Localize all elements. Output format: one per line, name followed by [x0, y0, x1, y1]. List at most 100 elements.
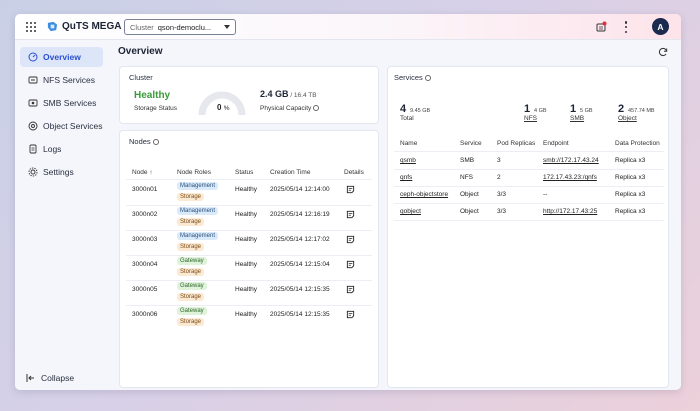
- services-card-title: Services: [394, 73, 431, 82]
- role-badge: Gateway: [177, 282, 207, 290]
- chevron-down-icon: [224, 25, 230, 29]
- notification-icon[interactable]: [595, 21, 607, 33]
- table-row: qobject Object 3/3 http://172.17.43:25 Repli…: [388, 204, 668, 221]
- nodes-card: Nodes Node ↑ Node Roles Status Creation Tim…: [119, 130, 379, 388]
- info-icon[interactable]: [152, 139, 159, 145]
- column-header: Status: [235, 169, 254, 176]
- column-header: Data Protection: [615, 140, 660, 147]
- app-window: QuTS MEGA Cluster qson-democlu... A Over…: [15, 14, 681, 390]
- sidebar-item-object-services[interactable]: Object Services: [20, 116, 103, 136]
- node-status: Healthy: [235, 236, 258, 243]
- service-name-link[interactable]: qobject: [400, 208, 421, 215]
- service-name-link[interactable]: qnfs: [400, 174, 412, 181]
- table-row: ceph-objectstore Object 3/3 -- Replica x3: [388, 187, 668, 204]
- gauge-value: 0 %: [217, 103, 230, 112]
- role-badge: Storage: [177, 318, 205, 326]
- role-badge: Storage: [177, 218, 205, 226]
- table-row: qsmb SMB 3 smb://172.17.43.24 Replica x3: [388, 153, 668, 170]
- more-options-icon[interactable]: [624, 21, 628, 33]
- role-badge: Storage: [177, 193, 205, 201]
- info-icon[interactable]: [313, 105, 320, 111]
- column-header: Creation Time: [270, 169, 311, 176]
- node-status: Healthy: [235, 311, 258, 318]
- service-type: Object: [460, 208, 479, 215]
- service-name-link[interactable]: qsmb: [400, 157, 416, 164]
- info-icon[interactable]: [424, 75, 431, 81]
- sidebar-item-label: Object Services: [43, 121, 103, 131]
- sidebar-item-label: SMB Services: [43, 98, 97, 108]
- data-protection: Replica x3: [615, 191, 646, 198]
- details-icon[interactable]: [346, 260, 355, 269]
- cluster-card: Cluster Healthy Storage Status 0 % 2.4 G…: [119, 66, 379, 124]
- service-size: 4 GB: [534, 108, 547, 114]
- sidebar-item-overview[interactable]: Overview: [20, 47, 103, 67]
- header-divider: [394, 151, 664, 152]
- nodes-card-title: Nodes: [129, 137, 159, 146]
- sidebar-item-smb-services[interactable]: SMB Services: [20, 93, 103, 113]
- data-protection: Replica x3: [615, 157, 646, 164]
- node-status: Healthy: [235, 186, 258, 193]
- column-header: Endpoint: [543, 140, 569, 147]
- service-total-label: Total: [400, 115, 414, 122]
- cluster-select-label: Cluster: [130, 22, 154, 32]
- details-icon[interactable]: [346, 235, 355, 244]
- details-icon[interactable]: [346, 285, 355, 294]
- pod-replicas: 3/3: [497, 191, 507, 198]
- sidebar-item-settings[interactable]: Settings: [20, 162, 103, 182]
- sidebar-item-logs[interactable]: Logs: [20, 139, 103, 159]
- header-divider: [126, 179, 372, 180]
- services-card: Services 4 9.45 GB Total 1 4 GB NFS 1 5 GB SMB 2 4…: [387, 66, 669, 388]
- creation-time: 2025/05/14 12:16:19: [270, 211, 330, 218]
- cluster-select[interactable]: Cluster qson-democlu...: [124, 19, 236, 35]
- details-icon[interactable]: [346, 185, 355, 194]
- creation-time: 2025/05/14 12:15:04: [270, 261, 330, 268]
- service-count: 1: [570, 103, 577, 115]
- nfs-icon: [28, 76, 38, 84]
- details-icon[interactable]: [346, 210, 355, 219]
- service-name-link[interactable]: ceph-objectstore: [400, 191, 448, 198]
- refresh-icon[interactable]: [658, 47, 668, 57]
- table-row: 3000n06 Gateway Storage Healthy 2025/05/14 1…: [120, 306, 378, 331]
- table-row: 3000n04 Gateway Storage Healthy 2025/05/14 1…: [120, 256, 378, 281]
- role-badge: Gateway: [177, 257, 207, 265]
- role-badge: Management: [177, 207, 219, 215]
- table-row: qnfs NFS 2 172.17.43.23:/qnfs Replica x3: [388, 170, 668, 187]
- overview-icon: [28, 52, 38, 62]
- details-icon[interactable]: [346, 310, 355, 319]
- top-bar: QuTS MEGA Cluster qson-democlu... A: [15, 14, 681, 40]
- row-divider: [394, 220, 664, 221]
- data-protection: Replica x3: [615, 208, 646, 215]
- column-header: Pod Replicas: [497, 140, 536, 147]
- service-filter-link[interactable]: Object: [618, 115, 637, 122]
- service-endpoint: --: [543, 191, 548, 198]
- pod-replicas: 3/3: [497, 208, 507, 215]
- service-endpoint[interactable]: smb://172.17.43.24: [543, 157, 599, 164]
- pod-replicas: 2: [497, 174, 501, 181]
- node-name: 3000n03: [132, 236, 158, 243]
- sidebar-item-label: Overview: [43, 52, 81, 62]
- role-badge: Management: [177, 232, 219, 240]
- logs-icon: [29, 144, 37, 154]
- quts-logo-icon: [47, 21, 58, 32]
- creation-time: 2025/05/14 12:15:35: [270, 286, 330, 293]
- service-type: NFS: [460, 174, 473, 181]
- sidebar-item-nfs-services[interactable]: NFS Services: [20, 70, 103, 90]
- sidebar-item-label: Settings: [43, 167, 74, 177]
- service-count: 4: [400, 103, 407, 115]
- column-header: Details: [344, 169, 364, 176]
- smb-icon: [28, 99, 38, 107]
- service-type: SMB: [460, 157, 475, 164]
- collapse-button[interactable]: Collapse: [26, 373, 74, 383]
- object-icon: [28, 121, 38, 131]
- app-grid-icon[interactable]: [26, 22, 36, 32]
- column-header[interactable]: Node ↑: [132, 169, 153, 176]
- service-filter-link[interactable]: NFS: [524, 115, 537, 122]
- role-badge: Management: [177, 182, 219, 190]
- avatar[interactable]: A: [652, 18, 669, 35]
- role-badge: Storage: [177, 243, 205, 251]
- service-endpoint[interactable]: 172.17.43.23:/qnfs: [543, 174, 597, 181]
- cluster-card-title: Cluster: [129, 73, 153, 82]
- service-endpoint[interactable]: http://172.17.43:25: [543, 208, 597, 215]
- service-filter-link[interactable]: SMB: [570, 115, 584, 122]
- physical-capacity-value: 2.4 GB / 16.4 TB: [260, 89, 317, 99]
